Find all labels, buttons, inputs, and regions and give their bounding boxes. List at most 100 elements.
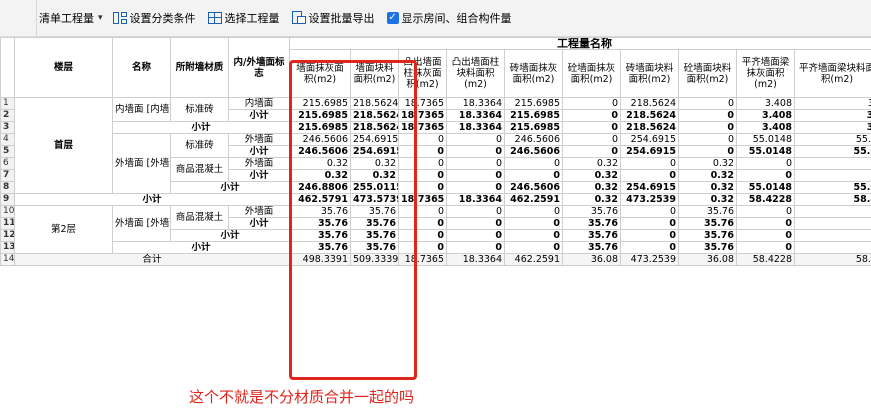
header-quantity-group: 工程量名称 — [289, 37, 871, 50]
value-cell: 0 — [678, 109, 738, 122]
value-cell: 0 — [562, 121, 622, 134]
value-cell: 18.7365 — [398, 109, 448, 122]
table-row[interactable]: 1 首层 内墙面 [内墙面] 标准砖 内墙面 215.6985 218.5624… — [0, 97, 871, 194]
value-cell: 0.32 — [562, 157, 622, 170]
value-cell: 215.6985 — [504, 109, 564, 122]
select-quantity-button[interactable]: 选择工程量 — [207, 10, 280, 26]
value-cell: 3. — [794, 109, 871, 122]
show-rooms-toggle[interactable]: ✓ 显示房间、组合构件量 — [386, 10, 512, 26]
row-number: 11 — [0, 217, 15, 230]
header-floor: 楼层 — [13, 37, 114, 98]
value-cell: 215.6985 — [504, 121, 564, 134]
floor-cell: 第2层 — [13, 205, 114, 254]
value-cell: 0 — [678, 121, 738, 134]
value-cell: 35.76 — [562, 241, 622, 254]
value-cell: 0 — [446, 145, 506, 158]
row-number: 13 — [0, 241, 15, 254]
name-cell: 内墙面 [内墙面] — [112, 97, 172, 122]
value-cell: 35.76 — [562, 217, 622, 230]
table-row[interactable]: 3 小计 215.6985 218.5624 18.7365 18.3364 2… — [0, 121, 871, 134]
value-cell: 254.6915 — [350, 133, 400, 146]
batch-export-button[interactable]: 设置批量导出 — [291, 10, 375, 26]
value-cell: 0.32 — [678, 181, 738, 194]
value-cell: 0 — [504, 241, 564, 254]
quantity-type-dropdown[interactable]: 清单工程量 ▾ — [39, 10, 103, 26]
subtotal-label: 小计 — [170, 229, 291, 242]
value-cell: 246.5606 — [504, 181, 564, 194]
value-cell: 0 — [736, 217, 796, 230]
value-cell: 0 — [736, 241, 796, 254]
value-cell: 18.7365 — [398, 97, 448, 110]
set-category-button[interactable]: 设置分类条件 — [112, 10, 196, 26]
table-row[interactable]: 9 小计 462.5791 473.5739 18.7365 18.3364 4… — [0, 193, 871, 206]
value-cell: 0 — [620, 205, 680, 218]
value-cell: 254.6915 — [350, 145, 400, 158]
value-cell: 35.76 — [562, 205, 622, 218]
value-cell: 18.3364 — [446, 193, 506, 206]
value-cell: 462.2591 — [504, 253, 564, 266]
value-cell: 0.32 — [350, 157, 400, 170]
subtotal-label: 小计 — [228, 145, 291, 158]
value-cell: 246.5606 — [289, 133, 352, 146]
value-cell: 35.76 — [289, 217, 352, 230]
value-cell: 246.5606 — [504, 133, 564, 146]
set-category-label: 设置分类条件 — [129, 12, 196, 25]
header-quantity-column: 凸出墙面柱抹灰面积(m2) — [398, 49, 448, 98]
value-cell: 0 — [446, 169, 506, 182]
value-cell — [794, 157, 871, 170]
header-name: 名称 — [112, 37, 172, 98]
value-cell — [794, 217, 871, 230]
value-cell: 0.32 — [350, 169, 400, 182]
value-cell: 58.4228 — [736, 253, 796, 266]
row-number: 3 — [0, 121, 15, 134]
value-cell: 215.6985 — [504, 97, 564, 110]
quantity-table: 楼层 名称 所附墙材质 内/外墙面标志 工程量名称 墙面抹灰面积(m2) 墙面块料… — [0, 37, 871, 266]
value-cell: 0 — [678, 133, 738, 146]
row-number: 12 — [0, 229, 15, 242]
row-number: 2 — [0, 109, 15, 122]
header-quantity-column: 砼墙面抹灰面积(m2) — [562, 49, 622, 98]
value-cell: 55.0148 — [736, 145, 796, 158]
table-row[interactable]: 13 小计 35.76 35.76 0 0 0 35.76 0 35.76 0 — [0, 241, 871, 254]
header-quantity-column: 凸出墙面柱块料面积(m2) — [446, 49, 506, 98]
value-cell: 0 — [620, 241, 680, 254]
value-cell: 254.6915 — [620, 145, 680, 158]
value-cell: 0.32 — [562, 193, 622, 206]
value-cell: 3. — [794, 97, 871, 110]
chevron-down-icon: ▾ — [98, 13, 103, 23]
value-cell: 35.76 — [289, 241, 352, 254]
table-row[interactable]: 10 第2层 外墙面 [外墙面] 商品混凝土 外墙面 35.76 35.76 0… — [0, 205, 871, 254]
value-cell: 0 — [678, 97, 738, 110]
corner-cell — [0, 37, 15, 98]
subtotal-label: 小计 — [112, 241, 291, 254]
value-cell: 36.08 — [562, 253, 622, 266]
annotation-text: 这个不就是不分材质合并一起的吗 — [189, 388, 415, 406]
value-cell: 55.0148 — [736, 133, 796, 146]
quantity-type-label: 清单工程量 — [39, 12, 94, 25]
value-cell: 0.32 — [562, 169, 622, 182]
value-cell: 462.5791 — [289, 193, 352, 206]
row-number: 8 — [0, 181, 15, 194]
checkbox-checked-icon[interactable]: ✓ — [386, 12, 399, 24]
flag-cell: 外墙面 — [228, 157, 291, 170]
value-cell: 0.32 — [562, 181, 622, 194]
value-cell: 0 — [620, 229, 680, 242]
value-cell: 218.5624 — [350, 109, 400, 122]
value-cell — [794, 229, 871, 242]
value-cell: 0 — [562, 133, 622, 146]
value-cell: 0 — [398, 205, 448, 218]
name-cell: 外墙面 [外墙面] — [112, 205, 172, 242]
table-row[interactable]: 14 合计 498.3391 509.3339 18.7365 18.3364 … — [0, 253, 871, 266]
subtotal-label: 小计 — [13, 193, 291, 206]
value-cell: 0 — [446, 181, 506, 194]
header-quantity-column: 砖墙面块料面积(m2) — [620, 49, 680, 98]
row-number: 6 — [0, 157, 15, 170]
value-cell: 0 — [562, 145, 622, 158]
value-cell: 0 — [446, 229, 506, 242]
value-cell: 0 — [398, 181, 448, 194]
value-cell: 0 — [446, 157, 506, 170]
table-row[interactable]: 4 外墙面 [外墙面] 标准砖 外墙面 246.5606 254.6915 0 … — [0, 133, 871, 194]
value-cell: 0 — [562, 97, 622, 110]
value-cell: 0 — [504, 229, 564, 242]
header-wall-flag: 内/外墙面标志 — [228, 37, 291, 98]
